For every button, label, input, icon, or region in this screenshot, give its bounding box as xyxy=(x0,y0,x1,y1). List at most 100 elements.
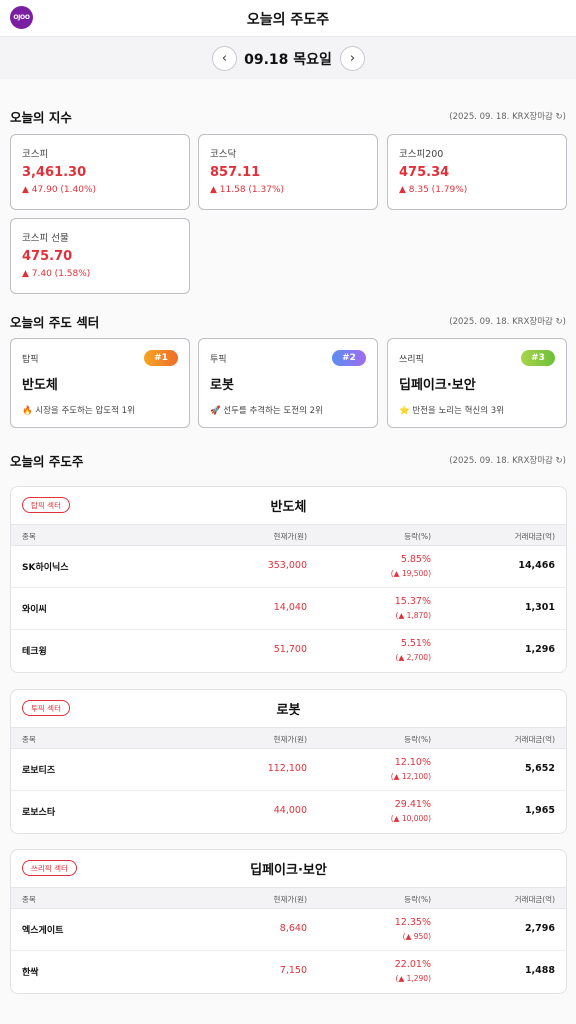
index-value: 475.70 xyxy=(22,249,73,264)
index-value: 857.11 xyxy=(210,165,261,180)
sector-card-1[interactable]: 탑픽 #1 반도체 🔥 시장을 주도하는 압도적 1위 xyxy=(10,338,190,428)
stock-table-deepfake-security: 쓰리픽 섹터 딥페이크·보안 종목 현재가(원) 등락(%) 거래대금(억) 엑… xyxy=(10,849,567,994)
col-rate: 등락(%) xyxy=(404,895,431,904)
stock-rate: 12.35% xyxy=(394,917,431,928)
table-row[interactable]: 엑스게이트 8,640 12.35% (▲ 950) 2,796 xyxy=(11,909,566,951)
stock-price: 14,040 xyxy=(273,602,307,613)
col-name: 종목 xyxy=(22,895,36,904)
sector-desc: ⭐ 반전을 노리는 혁신의 3위 xyxy=(399,406,505,416)
table-row[interactable]: SK하이닉스 353,000 5.85% (▲ 19,500) 14,466 xyxy=(11,546,566,588)
sector-name: 로봇 xyxy=(210,378,234,393)
stock-price: 8,640 xyxy=(279,923,307,934)
indices-timestamp[interactable]: (2025. 09. 18. KRX장마감 ↻) xyxy=(449,110,566,122)
stock-table-header: 투픽 섹터 로봇 xyxy=(11,690,566,727)
sectors-header: 오늘의 주도 섹터 (2025. 09. 18. KRX장마감 ↻) xyxy=(10,312,566,332)
stock-diff: (▲ 19,500) xyxy=(390,569,431,578)
table-row[interactable]: 테크윙 51,700 5.51% (▲ 2,700) 1,296 xyxy=(11,630,566,672)
stock-name: 엑스게이트 xyxy=(22,926,64,936)
next-day-button[interactable]: › xyxy=(340,46,365,71)
index-change: ▲ 8.35 (1.79%) xyxy=(399,185,468,195)
col-volume: 거래대금(억) xyxy=(514,895,555,904)
sector-desc: 🔥 시장을 주도하는 압도적 1위 xyxy=(22,406,135,416)
stock-rate: 5.51% xyxy=(400,638,431,649)
index-card-kospi-futures[interactable]: 코스피 선물 475.70 ▲ 7.40 (1.58%) xyxy=(10,218,190,294)
stock-volume: 1,488 xyxy=(524,965,555,976)
sector-card-3[interactable]: 쓰리픽 #3 딥페이크·보안 ⭐ 반전을 노리는 혁신의 3위 xyxy=(387,338,567,428)
col-volume: 거래대금(억) xyxy=(514,532,555,541)
sector-card-2[interactable]: 투픽 #2 로봇 🚀 선두를 추격하는 도전의 2위 xyxy=(198,338,378,428)
indices-title: 오늘의 지수 xyxy=(10,110,72,125)
sectors-timestamp[interactable]: (2025. 09. 18. KRX장마감 ↻) xyxy=(449,315,566,327)
table-row[interactable]: 로보스타 44,000 29.41% (▲ 10,000) 1,965 xyxy=(11,791,566,833)
stock-price: 7,150 xyxy=(279,965,307,976)
stock-table-title: 로봇 xyxy=(276,703,301,718)
table-row[interactable]: 와이씨 14,040 15.37% (▲ 1,870) 1,301 xyxy=(11,588,566,630)
top-bar: OJOO 오늘의 주도주 xyxy=(0,0,576,37)
index-change: ▲ 7.40 (1.58%) xyxy=(22,269,91,279)
stock-rate: 5.85% xyxy=(400,554,431,565)
sectors-title: 오늘의 주도 섹터 xyxy=(10,315,100,330)
table-header-row: 종목 현재가(원) 등락(%) 거래대금(억) xyxy=(11,727,566,749)
col-volume: 거래대금(억) xyxy=(514,735,555,744)
stock-diff: (▲ 1,870) xyxy=(395,611,431,620)
stock-diff: (▲ 12,100) xyxy=(390,772,431,781)
sector-rank-label: 쓰리픽 xyxy=(399,355,424,365)
col-price: 현재가(원) xyxy=(273,532,307,541)
stock-name: 로보티즈 xyxy=(22,766,56,776)
stock-diff: (▲ 2,700) xyxy=(395,653,431,662)
table-header-row: 종목 현재가(원) 등락(%) 거래대금(억) xyxy=(11,887,566,909)
stock-table-title: 반도체 xyxy=(270,500,307,515)
stock-volume: 5,652 xyxy=(524,763,555,774)
index-name: 코스피200 xyxy=(399,149,444,160)
stock-name: 로보스타 xyxy=(22,808,56,818)
col-name: 종목 xyxy=(22,735,36,744)
sector-desc: 🚀 선두를 추격하는 도전의 2위 xyxy=(210,406,323,416)
stock-table-robot: 투픽 섹터 로봇 종목 현재가(원) 등락(%) 거래대금(억) 로보티즈 11… xyxy=(10,689,567,834)
stock-price: 51,700 xyxy=(273,644,307,655)
index-value: 475.34 xyxy=(399,165,450,180)
stock-name: 테크윙 xyxy=(22,647,47,657)
stock-diff: (▲ 950) xyxy=(402,932,431,941)
stock-name: 한싹 xyxy=(22,968,39,978)
table-header-row: 종목 현재가(원) 등락(%) 거래대금(억) xyxy=(11,524,566,546)
stock-rate: 12.10% xyxy=(394,757,431,768)
index-change: ▲ 47.90 (1.40%) xyxy=(22,185,97,195)
sector-name: 딥페이크·보안 xyxy=(399,378,476,393)
sector-rank-label: 탑픽 xyxy=(22,355,39,365)
table-row[interactable]: 한싹 7,150 22.01% (▲ 1,290) 1,488 xyxy=(11,951,566,993)
stock-table-semiconductor: 탑픽 섹터 반도체 종목 현재가(원) 등락(%) 거래대금(억) SK하이닉스… xyxy=(10,486,567,673)
rank-badge: #1 xyxy=(144,350,178,366)
stock-table-header: 쓰리픽 섹터 딥페이크·보안 xyxy=(11,850,566,887)
main-content: 오늘의 지수 (2025. 09. 18. KRX장마감 ↻) 코스피 3,46… xyxy=(0,79,576,1024)
stock-price: 353,000 xyxy=(267,560,307,571)
stock-price: 112,100 xyxy=(267,763,307,774)
leaders-timestamp[interactable]: (2025. 09. 18. KRX장마감 ↻) xyxy=(449,454,566,466)
indices-header: 오늘의 지수 (2025. 09. 18. KRX장마감 ↻) xyxy=(10,107,566,127)
stock-rate: 22.01% xyxy=(394,959,431,970)
index-card-kosdaq[interactable]: 코스닥 857.11 ▲ 11.58 (1.37%) xyxy=(198,134,378,210)
stock-rate: 15.37% xyxy=(394,596,431,607)
index-name: 코스피 선물 xyxy=(22,233,69,244)
leaders-title: 오늘의 주도주 xyxy=(10,454,84,469)
rank-badge: #3 xyxy=(521,350,555,366)
col-price: 현재가(원) xyxy=(273,895,307,904)
stock-volume: 2,796 xyxy=(524,923,555,934)
rank-badge: #2 xyxy=(332,350,366,366)
col-price: 현재가(원) xyxy=(273,735,307,744)
index-card-kospi[interactable]: 코스피 3,461.30 ▲ 47.90 (1.40%) xyxy=(10,134,190,210)
table-row[interactable]: 로보티즈 112,100 12.10% (▲ 12,100) 5,652 xyxy=(11,749,566,791)
stock-volume: 1,296 xyxy=(524,644,555,655)
col-rate: 등락(%) xyxy=(404,735,431,744)
sector-name: 반도체 xyxy=(22,378,58,393)
index-name: 코스피 xyxy=(22,149,49,160)
stock-volume: 14,466 xyxy=(518,560,555,571)
stock-volume: 1,301 xyxy=(524,602,555,613)
stock-rate: 29.41% xyxy=(394,799,431,810)
index-card-kospi200[interactable]: 코스피200 475.34 ▲ 8.35 (1.79%) xyxy=(387,134,567,210)
stock-table-title: 딥페이크·보안 xyxy=(250,863,327,878)
col-name: 종목 xyxy=(22,532,36,541)
stock-name: 와이씨 xyxy=(22,605,47,615)
stock-diff: (▲ 1,290) xyxy=(395,974,431,983)
stock-name: SK하이닉스 xyxy=(22,563,69,573)
index-name: 코스닥 xyxy=(210,149,237,160)
